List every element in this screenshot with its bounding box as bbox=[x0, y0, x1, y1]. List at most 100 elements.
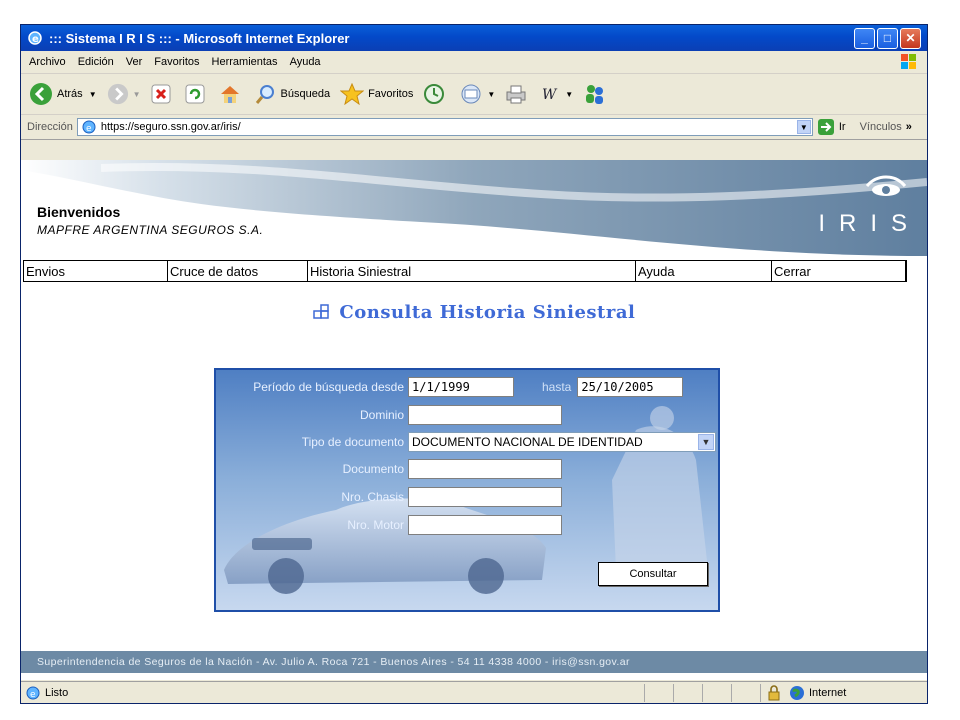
doc-type-label: Tipo de documento bbox=[301, 435, 404, 449]
status-cell bbox=[702, 684, 731, 702]
chevron-down-icon[interactable]: ▼ bbox=[698, 434, 714, 450]
edit-button[interactable]: W ▼ bbox=[541, 85, 573, 103]
messenger-button[interactable] bbox=[583, 83, 611, 105]
date-from-input[interactable]: 1/1/1999 bbox=[408, 377, 514, 397]
page-title-text: Consulta Historia Siniestral bbox=[339, 302, 636, 323]
chassis-input[interactable] bbox=[408, 487, 562, 507]
toolbar: Atrás ▼ ▼ Búsqueda Favoritos ▼ W ▼ bbox=[21, 74, 927, 115]
until-label: hasta bbox=[542, 380, 572, 394]
refresh-icon bbox=[185, 84, 205, 104]
back-button[interactable]: Atrás ▼ bbox=[29, 82, 97, 106]
welcome-heading: Bienvenidos bbox=[37, 204, 121, 220]
word-icon: W bbox=[542, 87, 558, 103]
status-bar: e Listo Internet bbox=[21, 681, 927, 703]
print-button[interactable] bbox=[505, 84, 531, 104]
menu-edicion[interactable]: Edición bbox=[78, 56, 114, 68]
nav-historia-siniestral[interactable]: Historia Siniestral bbox=[307, 261, 635, 281]
iris-eye-icon bbox=[865, 175, 907, 196]
search-label: Búsqueda bbox=[280, 88, 331, 100]
chevron-down-icon[interactable]: ▼ bbox=[796, 120, 811, 134]
doc-type-select[interactable]: DOCUMENTO NACIONAL DE IDENTIDAD ▼ bbox=[408, 432, 716, 452]
chevron-down-icon[interactable]: ▼ bbox=[89, 90, 97, 99]
minimize-button[interactable]: _ bbox=[854, 27, 875, 49]
browser-window: e ::: Sistema I R I S ::: - Microsoft In… bbox=[20, 24, 928, 704]
stop-button[interactable] bbox=[151, 84, 175, 104]
zone-label: Internet bbox=[809, 687, 847, 699]
chevron-right-icon[interactable]: » bbox=[906, 121, 912, 133]
history-button[interactable] bbox=[423, 83, 449, 105]
window-title: ::: Sistema I R I S ::: - Microsoft Inte… bbox=[49, 30, 350, 46]
motor-input[interactable] bbox=[408, 515, 562, 535]
forward-button[interactable]: ▼ bbox=[107, 83, 141, 105]
address-url: https://seguro.ssn.gov.ar/iris/ bbox=[100, 121, 241, 133]
svg-text:e: e bbox=[32, 34, 39, 45]
domain-input[interactable] bbox=[408, 405, 562, 425]
favorites-button[interactable]: Favoritos bbox=[340, 83, 413, 105]
consultar-button[interactable]: Consultar bbox=[598, 562, 708, 586]
status-text-area: e Listo bbox=[21, 685, 644, 701]
company-name: MAPFRE ARGENTINA SEGUROS S.A. bbox=[37, 223, 264, 237]
home-icon bbox=[220, 86, 239, 103]
chassis-row: Nro. Chasis bbox=[216, 487, 562, 507]
menu-bar: Archivo Edición Ver Favoritos Herramient… bbox=[21, 51, 927, 74]
links-toolbar[interactable]: Vínculos bbox=[860, 121, 902, 133]
search-icon bbox=[255, 85, 274, 104]
address-input[interactable]: e https://seguro.ssn.gov.ar/iris/ ▼ bbox=[76, 118, 813, 136]
mail-icon bbox=[461, 84, 481, 104]
menu-herramientas[interactable]: Herramientas bbox=[212, 56, 278, 68]
forward-arrow-icon bbox=[107, 83, 128, 105]
history-icon bbox=[424, 84, 445, 104]
search-button[interactable]: Búsqueda bbox=[255, 83, 331, 105]
status-cell bbox=[731, 684, 760, 702]
title-bar: e ::: Sistema I R I S ::: - Microsoft In… bbox=[21, 25, 927, 51]
svg-text:W: W bbox=[542, 87, 558, 103]
star-icon bbox=[340, 83, 365, 105]
stop-icon bbox=[151, 84, 171, 104]
go-arrow-icon bbox=[817, 119, 834, 135]
menu-ayuda[interactable]: Ayuda bbox=[290, 56, 321, 68]
doc-type-row: Tipo de documento DOCUMENTO NACIONAL DE … bbox=[216, 432, 716, 452]
page-icon: e bbox=[26, 686, 40, 700]
close-button[interactable]: ✕ bbox=[900, 27, 921, 49]
chassis-label: Nro. Chasis bbox=[341, 490, 404, 504]
nav-ayuda[interactable]: Ayuda bbox=[635, 261, 771, 281]
site-footer: Superintendencia de Seguros de la Nación… bbox=[21, 651, 927, 673]
iris-logo: IRIS bbox=[818, 210, 921, 237]
title-squares-icon bbox=[312, 304, 329, 319]
period-row: Período de búsqueda desde 1/1/1999 hasta… bbox=[216, 377, 684, 397]
domain-row: Dominio bbox=[216, 405, 562, 425]
document-label: Documento bbox=[342, 462, 404, 476]
maximize-button[interactable]: □ bbox=[877, 27, 898, 49]
page-icon: e bbox=[82, 120, 96, 134]
go-button[interactable]: Ir bbox=[817, 118, 846, 136]
messenger-icon bbox=[586, 85, 604, 104]
home-button[interactable] bbox=[219, 84, 245, 104]
menu-archivo[interactable]: Archivo bbox=[29, 56, 66, 68]
doc-type-value: DOCUMENTO NACIONAL DE IDENTIDAD bbox=[412, 435, 643, 449]
page-title: Consulta Historia Siniestral bbox=[21, 302, 927, 323]
menu-ver[interactable]: Ver bbox=[126, 56, 143, 68]
ie-icon: e bbox=[28, 31, 42, 45]
chevron-down-icon[interactable]: ▼ bbox=[487, 90, 495, 99]
search-form-panel: Período de búsqueda desde 1/1/1999 hasta… bbox=[214, 368, 720, 612]
status-cell bbox=[673, 684, 702, 702]
chevron-down-icon[interactable]: ▼ bbox=[133, 90, 141, 99]
document-input[interactable] bbox=[408, 459, 562, 479]
nav-cerrar[interactable]: Cerrar bbox=[771, 261, 907, 281]
document-row: Documento bbox=[216, 459, 562, 479]
security-zone: Internet bbox=[760, 684, 927, 702]
windows-logo-icon bbox=[901, 54, 916, 69]
nav-cruce-de-datos[interactable]: Cruce de datos bbox=[167, 261, 307, 281]
refresh-button[interactable] bbox=[185, 84, 209, 104]
status-cell bbox=[644, 684, 673, 702]
motor-row: Nro. Motor bbox=[216, 515, 562, 535]
printer-icon bbox=[506, 85, 526, 104]
domain-label: Dominio bbox=[359, 408, 404, 422]
menu-favoritos[interactable]: Favoritos bbox=[154, 56, 199, 68]
date-to-input[interactable]: 25/10/2005 bbox=[577, 377, 684, 397]
mail-button[interactable]: ▼ bbox=[459, 84, 495, 104]
chevron-down-icon[interactable]: ▼ bbox=[565, 90, 573, 99]
banner-background bbox=[21, 160, 927, 256]
period-label: Período de búsqueda desde bbox=[253, 380, 404, 394]
nav-envios[interactable]: Envios bbox=[23, 261, 167, 281]
